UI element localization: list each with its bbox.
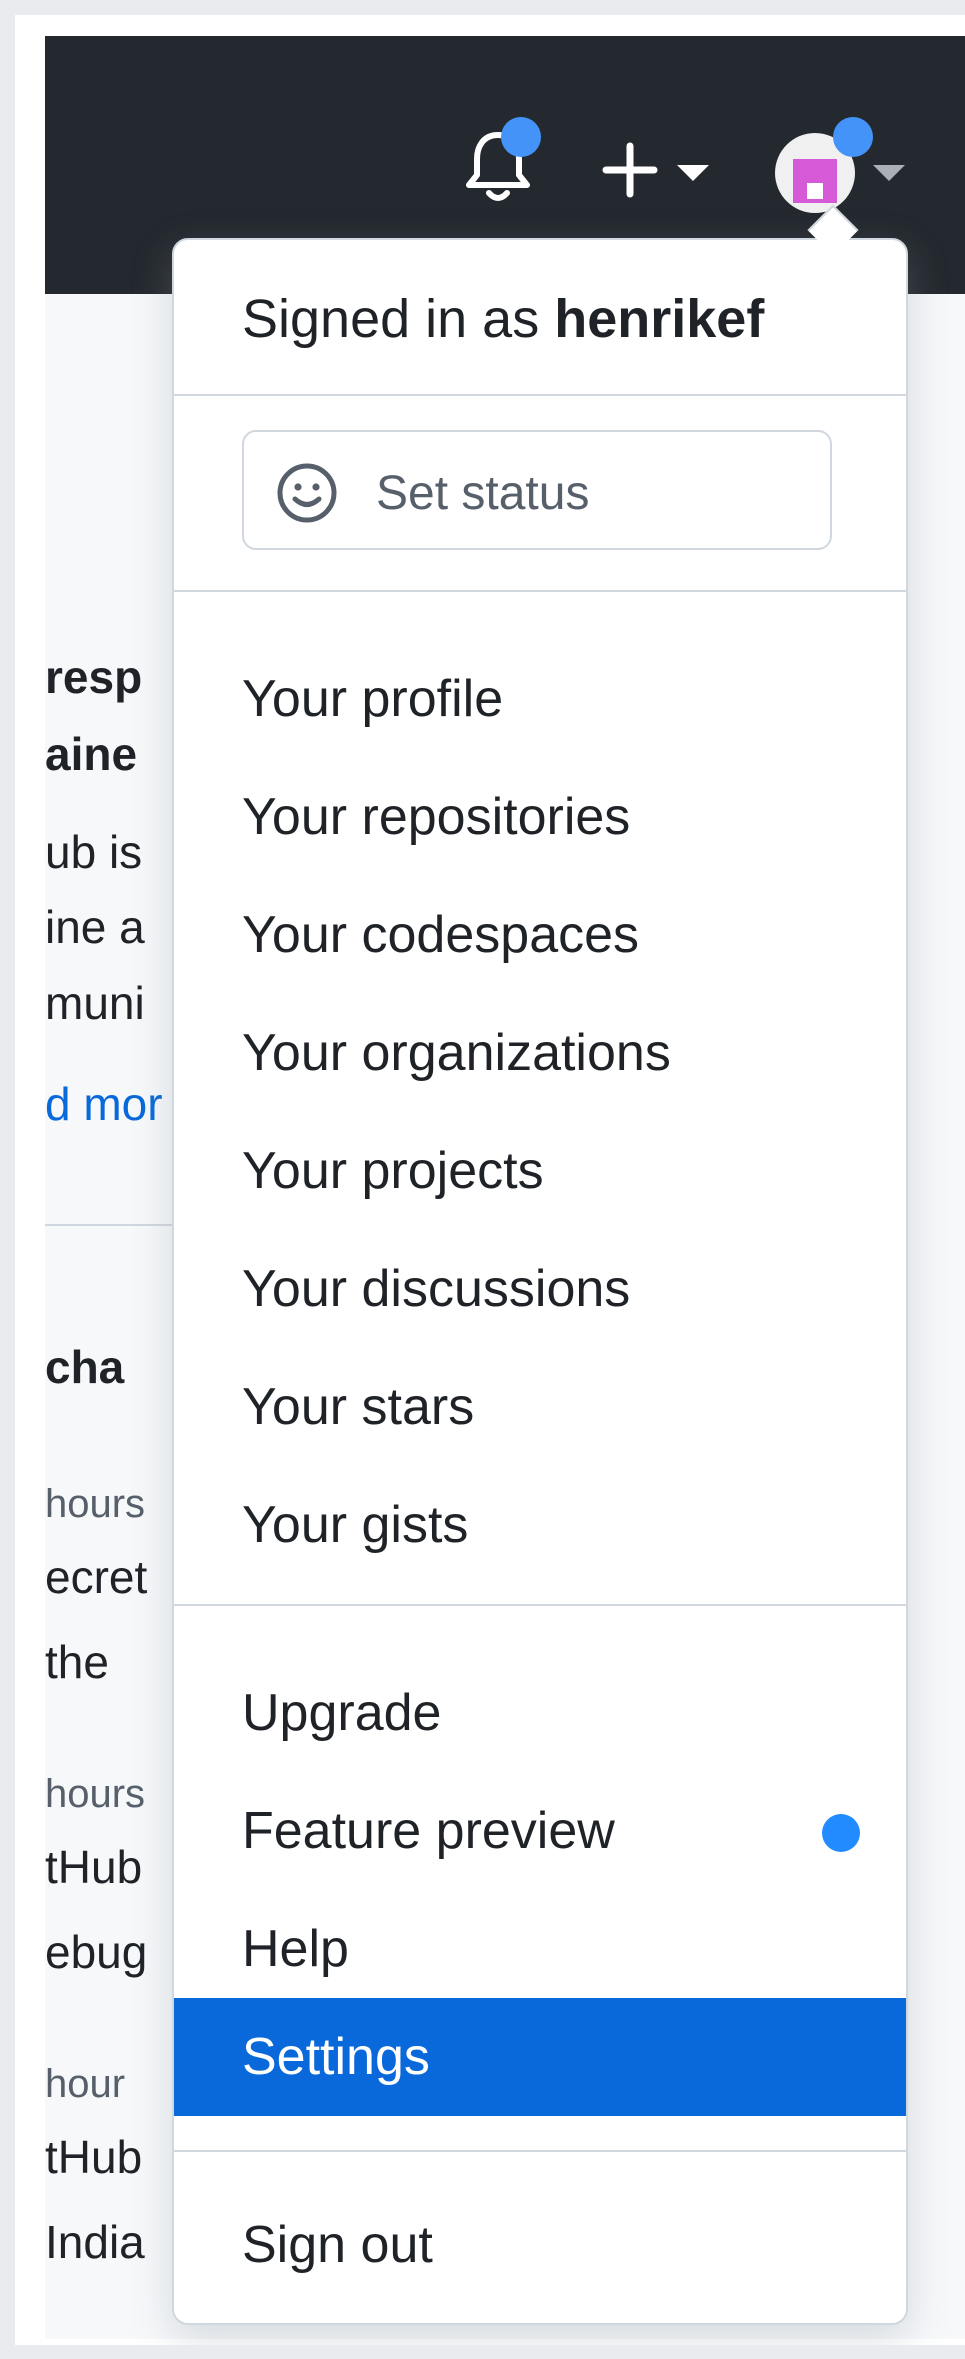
bg-fragment: India	[45, 2216, 145, 2268]
menu-item-label: Your projects	[242, 1142, 544, 1200]
bg-fragment: tHub	[45, 2131, 143, 2183]
bg-fragment: muni	[45, 977, 145, 1029]
menu-item-feature-preview[interactable]: Feature preview	[174, 1772, 906, 1890]
new-feature-dot	[822, 1814, 860, 1852]
username: henrikef	[554, 289, 765, 349]
bg-divider	[45, 1224, 175, 1226]
bg-fragment: aine	[45, 728, 138, 780]
menu-item-label: Feature preview	[242, 1802, 615, 1860]
menu-item-settings[interactable]: Settings	[174, 1998, 906, 2116]
bg-fragment: the	[45, 1636, 109, 1688]
menu-item-label: Your gists	[242, 1496, 469, 1554]
menu-item-label: Upgrade	[242, 1684, 442, 1742]
menu-item-your-profile[interactable]: Your profile	[174, 640, 906, 758]
plus-icon[interactable]	[600, 140, 660, 200]
signed-in-header: Signed in as henrikef	[242, 288, 764, 350]
smiley-icon	[277, 463, 337, 523]
chevron-down-icon[interactable]	[675, 163, 711, 183]
menu-divider	[174, 1604, 906, 1606]
notification-dot	[501, 117, 541, 157]
menu-divider	[174, 394, 906, 396]
bg-fragment: ub is	[45, 826, 143, 878]
menu-item-label: Your organizations	[242, 1024, 671, 1082]
set-status-label: Set status	[376, 467, 590, 520]
menu-item-your-gists[interactable]: Your gists	[174, 1466, 906, 1584]
bg-fragment: ebug	[45, 1926, 148, 1978]
menu-divider	[174, 2150, 906, 2152]
menu-item-label: Your discussions	[242, 1260, 631, 1318]
chevron-down-icon[interactable]	[871, 163, 907, 183]
menu-item-upgrade[interactable]: Upgrade	[174, 1654, 906, 1772]
bg-fragment: ecret	[45, 1551, 148, 1603]
menu-item-label: Your stars	[242, 1378, 475, 1436]
bg-fragment: cha	[45, 1341, 125, 1393]
menu-item-your-organizations[interactable]: Your organizations	[174, 994, 906, 1112]
bg-fragment: resp	[45, 651, 143, 703]
bg-fragment: hours	[45, 1772, 146, 1816]
menu-item-your-stars[interactable]: Your stars	[174, 1348, 906, 1466]
menu-item-label: Your profile	[242, 670, 504, 728]
avatar-notification-dot	[833, 117, 873, 157]
menu-item-label: Settings	[242, 2028, 430, 2086]
bg-fragment: hours	[45, 1482, 146, 1526]
set-status-button[interactable]: Set status	[242, 430, 832, 550]
menu-item-your-repositories[interactable]: Your repositories	[174, 758, 906, 876]
signed-in-prefix: Signed in as	[242, 289, 540, 349]
user-dropdown-menu: Signed in as henrikef Set status Your pr…	[172, 238, 908, 2325]
menu-item-label: Your codespaces	[242, 906, 640, 964]
menu-divider	[174, 590, 906, 592]
menu-item-your-discussions[interactable]: Your discussions	[174, 1230, 906, 1348]
bg-link-fragment[interactable]: d mor	[45, 1081, 163, 1127]
browser-window: resp aine ub is ine a muni d mor cha hou…	[15, 15, 965, 2345]
menu-item-label: Your repositories	[242, 788, 631, 846]
menu-item-help[interactable]: Help	[174, 1890, 906, 2008]
sign-out-label: Sign out	[242, 2216, 433, 2274]
bg-fragment: hour	[45, 2062, 126, 2106]
bg-fragment: tHub	[45, 1841, 143, 1893]
bg-fragment: ine a	[45, 901, 145, 953]
menu-item-your-projects[interactable]: Your projects	[174, 1112, 906, 1230]
sign-out-button[interactable]: Sign out	[174, 2186, 906, 2304]
menu-item-label: Help	[242, 1920, 349, 1978]
menu-item-your-codespaces[interactable]: Your codespaces	[174, 876, 906, 994]
